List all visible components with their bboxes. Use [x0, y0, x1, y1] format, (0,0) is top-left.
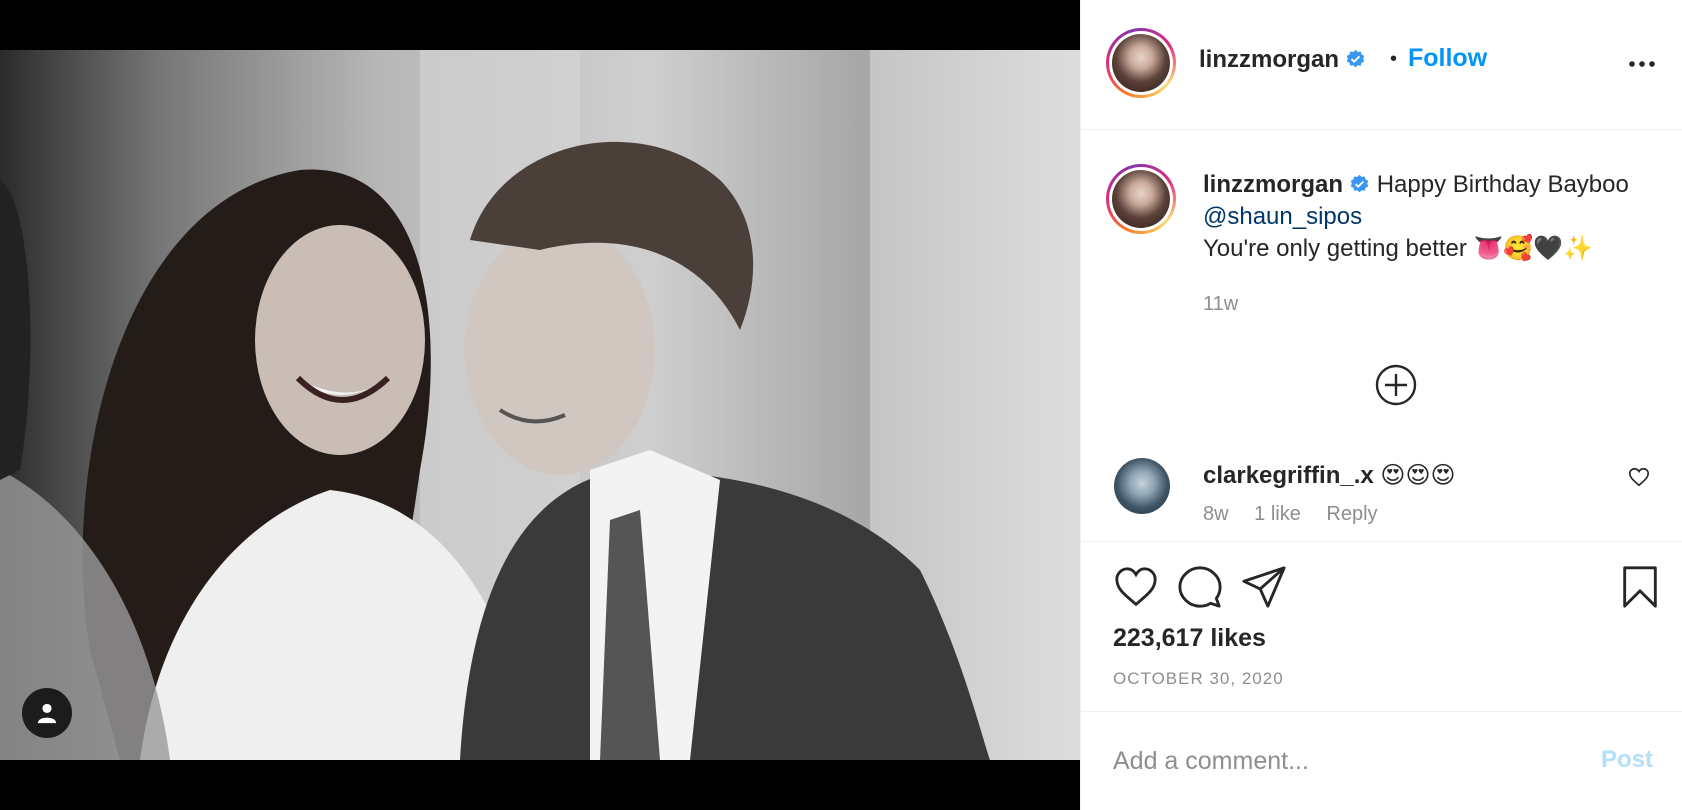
caption-username[interactable]: linzzmorgan [1203, 171, 1343, 198]
follow-button[interactable]: Follow [1408, 44, 1487, 73]
comments-section[interactable]: linzzmorgan Happy Birthday Bayboo @shaun… [1081, 131, 1682, 541]
post-details-panel: linzzmorgan • Follow linzzmorgan Happy B… [1080, 0, 1682, 810]
instagram-post-view: linzzmorgan • Follow linzzmorgan Happy B… [0, 0, 1682, 810]
comment-bubble-icon[interactable] [1177, 564, 1223, 610]
comment-time: 8w [1203, 503, 1229, 525]
comment-meta: 8w 1 like Reply [1203, 503, 1398, 526]
comment-likes[interactable]: 1 like [1254, 503, 1301, 525]
author-avatar[interactable] [1106, 28, 1176, 98]
commenter-avatar[interactable] [1114, 458, 1170, 514]
caption-line-2: You're only getting better 👅🥰🖤✨ [1203, 235, 1594, 262]
verified-badge-icon [1346, 49, 1365, 68]
share-paper-plane-icon[interactable] [1241, 564, 1287, 610]
person-icon [37, 703, 57, 724]
post-date[interactable]: OCTOBER 30, 2020 [1113, 669, 1284, 689]
author-username-text[interactable]: linzzmorgan [1199, 46, 1339, 73]
caption-text: linzzmorgan Happy Birthday Bayboo @shaun… [1203, 169, 1643, 265]
comment-like-heart-icon[interactable] [1628, 466, 1650, 488]
likes-count[interactable]: 223,617 likes [1113, 624, 1266, 653]
post-media [0, 0, 1080, 810]
caption-avatar[interactable] [1106, 164, 1176, 234]
post-photo[interactable] [0, 50, 1080, 760]
add-comment-bar: Post [1081, 711, 1682, 810]
commenter-username[interactable]: clarkegriffin_.x [1203, 462, 1374, 489]
more-options-icon[interactable] [1626, 54, 1658, 74]
caption-timestamp[interactable]: 11w [1203, 293, 1238, 316]
comment-item: clarkegriffin_.x 😍😍😍 8w 1 like Reply [1081, 431, 1682, 541]
caption-mention-link[interactable]: @shaun_sipos [1203, 203, 1362, 230]
add-comment-input[interactable] [1113, 742, 1573, 780]
caption-body: Happy Birthday Bayboo [1376, 171, 1629, 198]
photo-illustration [0, 50, 1080, 760]
verified-badge-icon [1350, 174, 1369, 193]
comment-reply-button[interactable]: Reply [1326, 503, 1377, 525]
author-username[interactable]: linzzmorgan [1199, 46, 1366, 74]
header-separator: • [1390, 48, 1398, 70]
post-comment-button[interactable]: Post [1601, 746, 1653, 774]
comment-body: 😍😍😍 [1380, 462, 1456, 489]
like-heart-icon[interactable] [1113, 564, 1159, 610]
save-bookmark-icon[interactable] [1617, 564, 1663, 610]
post-header: linzzmorgan • Follow [1081, 0, 1682, 130]
post-actions: 223,617 likes OCTOBER 30, 2020 [1081, 541, 1682, 711]
tagged-users-button[interactable] [22, 688, 72, 738]
comment-text: clarkegriffin_.x 😍😍😍 [1203, 461, 1455, 490]
load-more-comments-icon[interactable] [1374, 363, 1418, 407]
